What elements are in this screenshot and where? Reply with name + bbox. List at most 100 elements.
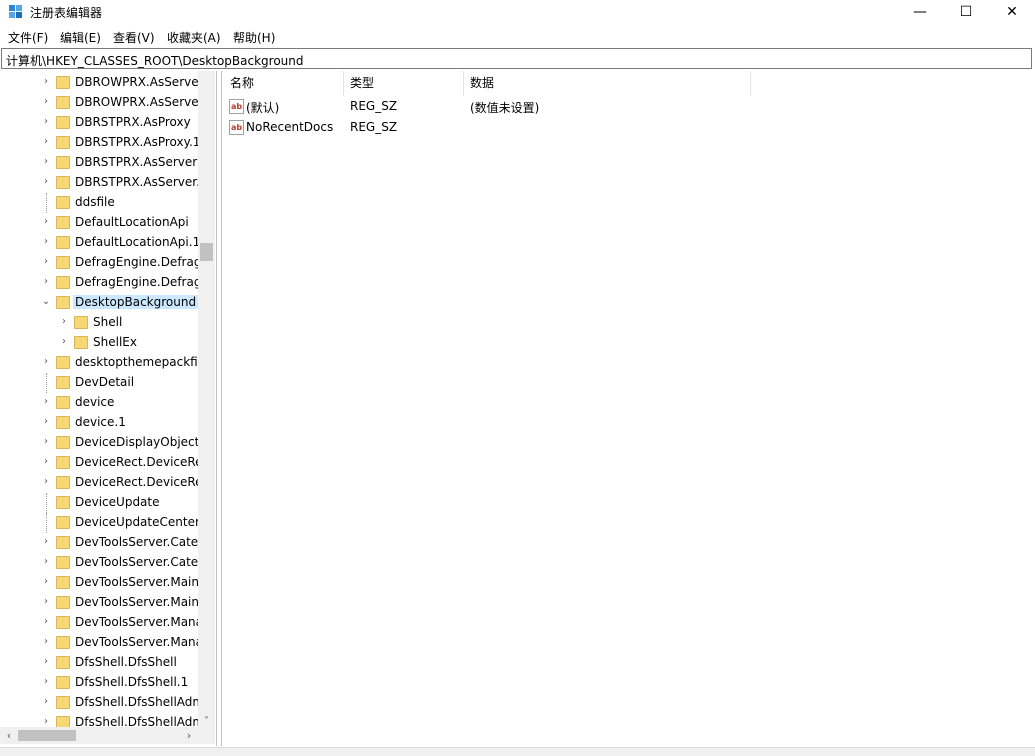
tree-item[interactable]: › DeviceDisplayObject	[0, 433, 200, 453]
column-header-type[interactable]: 类型	[350, 74, 374, 94]
tree-item[interactable]: › DefaultLocationApi.1	[0, 233, 200, 253]
tree-item[interactable]: › desktopthemepackfil	[0, 353, 201, 373]
tree-horizontal-scrollbar[interactable]: ‹ ›	[0, 727, 198, 744]
expand-chevron-icon[interactable]: ›	[40, 556, 52, 568]
expand-chevron-icon[interactable]: ›	[40, 276, 52, 288]
column-divider[interactable]	[750, 71, 751, 96]
tree-item-label: DevToolsServer.Mana	[75, 615, 204, 629]
tree-item-label: DfsShell.DfsShell.1	[75, 675, 189, 689]
maximize-button[interactable]: ☐	[943, 0, 989, 26]
expand-chevron-icon[interactable]: ›	[40, 576, 52, 588]
column-divider[interactable]	[343, 71, 344, 96]
tree-item[interactable]: › DfsShell.DfsShell	[0, 653, 200, 673]
key-tree-pane[interactable]: › DBROWPRX.AsServer › DBROWPRX.AsServer › DBR…	[0, 71, 217, 746]
folder-icon	[56, 216, 70, 229]
tree-item[interactable]: › DefaultLocationApi	[0, 213, 200, 233]
tree-item[interactable]: DevDetail	[0, 373, 200, 393]
values-list-pane[interactable]: 名称 类型 数据 ab (默认) REG_SZ (数值未设置) ab NoRec…	[221, 71, 1033, 746]
tree-item[interactable]: › DBROWPRX.AsServer	[0, 93, 204, 113]
expand-chevron-icon[interactable]: ›	[40, 356, 52, 368]
expand-chevron-icon[interactable]: ›	[40, 256, 52, 268]
tree-item[interactable]: › DevToolsServer.Categ	[0, 533, 206, 553]
value-row[interactable]: ab (默认) REG_SZ (数值未设置)	[222, 97, 1033, 117]
tree-item[interactable]: › DefragEngine.Defrag	[0, 273, 202, 293]
column-header-data[interactable]: 数据	[470, 74, 494, 94]
tree-item-label: DevDetail	[75, 375, 135, 389]
value-data: (数值未设置)	[470, 101, 540, 115]
expand-chevron-icon[interactable]: ›	[40, 596, 52, 608]
tree-vertical-scroll-thumb[interactable]	[200, 243, 213, 261]
tree-item-label: DevToolsServer.Main	[75, 595, 199, 609]
tree-item[interactable]: › DBRSTPRX.AsServer.1	[0, 173, 208, 193]
tree-item-label: DeviceRect.DeviceRec	[75, 475, 210, 489]
expand-chevron-icon[interactable]: ›	[40, 156, 52, 168]
folder-icon	[56, 676, 70, 689]
column-divider[interactable]	[463, 71, 464, 96]
tree-horizontal-scroll-thumb[interactable]	[18, 730, 76, 741]
expand-chevron-icon[interactable]: ›	[40, 76, 52, 88]
expand-chevron-icon[interactable]: ›	[40, 136, 52, 148]
folder-icon	[56, 696, 70, 709]
address-bar[interactable]: 计算机\HKEY_CLASSES_ROOT\DesktopBackground	[1, 48, 1032, 69]
tree-item[interactable]: ddsfile	[0, 193, 200, 213]
expand-chevron-icon[interactable]: ›	[40, 476, 52, 488]
tree-item[interactable]: › DevToolsServer.Categ	[0, 553, 206, 573]
tree-item[interactable]: › DevToolsServer.Main	[0, 593, 200, 613]
expand-chevron-icon[interactable]: ›	[40, 636, 52, 648]
tree-item[interactable]: › device	[0, 393, 200, 413]
address-path[interactable]: 计算机\HKEY_CLASSES_ROOT\DesktopBackground	[6, 52, 304, 69]
tree-item[interactable]: › DefragEngine.Defrag	[0, 253, 201, 273]
tree-item[interactable]: › DBROWPRX.AsServer	[0, 73, 204, 93]
tree-item[interactable]: › Shell	[0, 313, 200, 333]
expand-chevron-icon[interactable]: ›	[40, 116, 52, 128]
tree-item[interactable]: › DevToolsServer.Mana	[0, 633, 203, 653]
expand-chevron-icon[interactable]: ›	[40, 436, 52, 448]
expand-chevron-icon[interactable]: ›	[40, 676, 52, 688]
tree-item[interactable]: › DevToolsServer.Mana	[0, 613, 204, 633]
expand-chevron-icon[interactable]: ›	[40, 416, 52, 428]
tree-item[interactable]: › DeviceRect.DeviceRec	[0, 453, 209, 473]
tree-item-label: DBROWPRX.AsServer	[75, 75, 204, 89]
tree-item[interactable]: › DevToolsServer.Main	[0, 573, 200, 593]
tree-item[interactable]: › device.1	[0, 413, 200, 433]
tree-item[interactable]: › DBRSTPRX.AsProxy	[0, 113, 200, 133]
expand-chevron-icon[interactable]: ›	[40, 456, 52, 468]
close-button[interactable]: ✕	[989, 0, 1035, 26]
tree-item[interactable]: › DfsShell.DfsShell.1	[0, 673, 200, 693]
expand-chevron-icon[interactable]: ›	[40, 176, 52, 188]
tree-item[interactable]: DeviceUpdateCenter	[0, 513, 200, 533]
tree-item[interactable]: › DBRSTPRX.AsProxy.1	[0, 133, 200, 153]
value-row[interactable]: ab NoRecentDocs REG_SZ	[222, 118, 1033, 138]
tree-item[interactable]: › DeviceRect.DeviceRec	[0, 473, 209, 493]
folder-icon	[56, 196, 70, 209]
menu-file[interactable]: 文件(F)	[8, 29, 48, 46]
expand-chevron-icon[interactable]: ›	[58, 316, 70, 328]
tree-item[interactable]: › ShellEx	[0, 333, 200, 353]
tree-item[interactable]: DeviceUpdate	[0, 493, 200, 513]
tree-item-label: DesktopBackground	[73, 295, 199, 309]
menu-view[interactable]: 查看(V)	[113, 29, 155, 46]
menu-edit[interactable]: 编辑(E)	[60, 29, 101, 46]
expand-chevron-icon[interactable]: ›	[40, 396, 52, 408]
expand-chevron-icon[interactable]: ›	[40, 696, 52, 708]
tree-item[interactable]: › DBRSTPRX.AsServer	[0, 153, 200, 173]
expand-chevron-icon[interactable]: ›	[40, 216, 52, 228]
tree-item-selected[interactable]: ⌄ DesktopBackground	[0, 293, 200, 313]
tree-vertical-scrollbar[interactable]: ˅	[198, 71, 215, 731]
title-bar: 注册表编辑器 — ☐ ✕	[0, 0, 1035, 26]
expand-chevron-icon[interactable]: ›	[40, 656, 52, 668]
menu-favorites[interactable]: 收藏夹(A)	[167, 29, 221, 46]
expand-chevron-icon[interactable]: ›	[40, 616, 52, 628]
menu-help[interactable]: 帮助(H)	[233, 29, 275, 46]
tree-item[interactable]: › DfsShell.DfsShellAdm	[0, 693, 204, 713]
minimize-button[interactable]: —	[897, 0, 943, 26]
collapse-chevron-icon[interactable]: ⌄	[40, 296, 52, 308]
expand-chevron-icon[interactable]: ›	[40, 236, 52, 248]
expand-chevron-icon[interactable]: ›	[40, 96, 52, 108]
scroll-right-arrow-icon[interactable]: ›	[182, 727, 196, 744]
expand-chevron-icon[interactable]: ›	[40, 536, 52, 548]
tree-item-label: DefragEngine.Defrag	[75, 275, 202, 289]
scroll-left-arrow-icon[interactable]: ‹	[2, 727, 16, 744]
column-header-name[interactable]: 名称	[230, 74, 254, 94]
expand-chevron-icon[interactable]: ›	[58, 336, 70, 348]
